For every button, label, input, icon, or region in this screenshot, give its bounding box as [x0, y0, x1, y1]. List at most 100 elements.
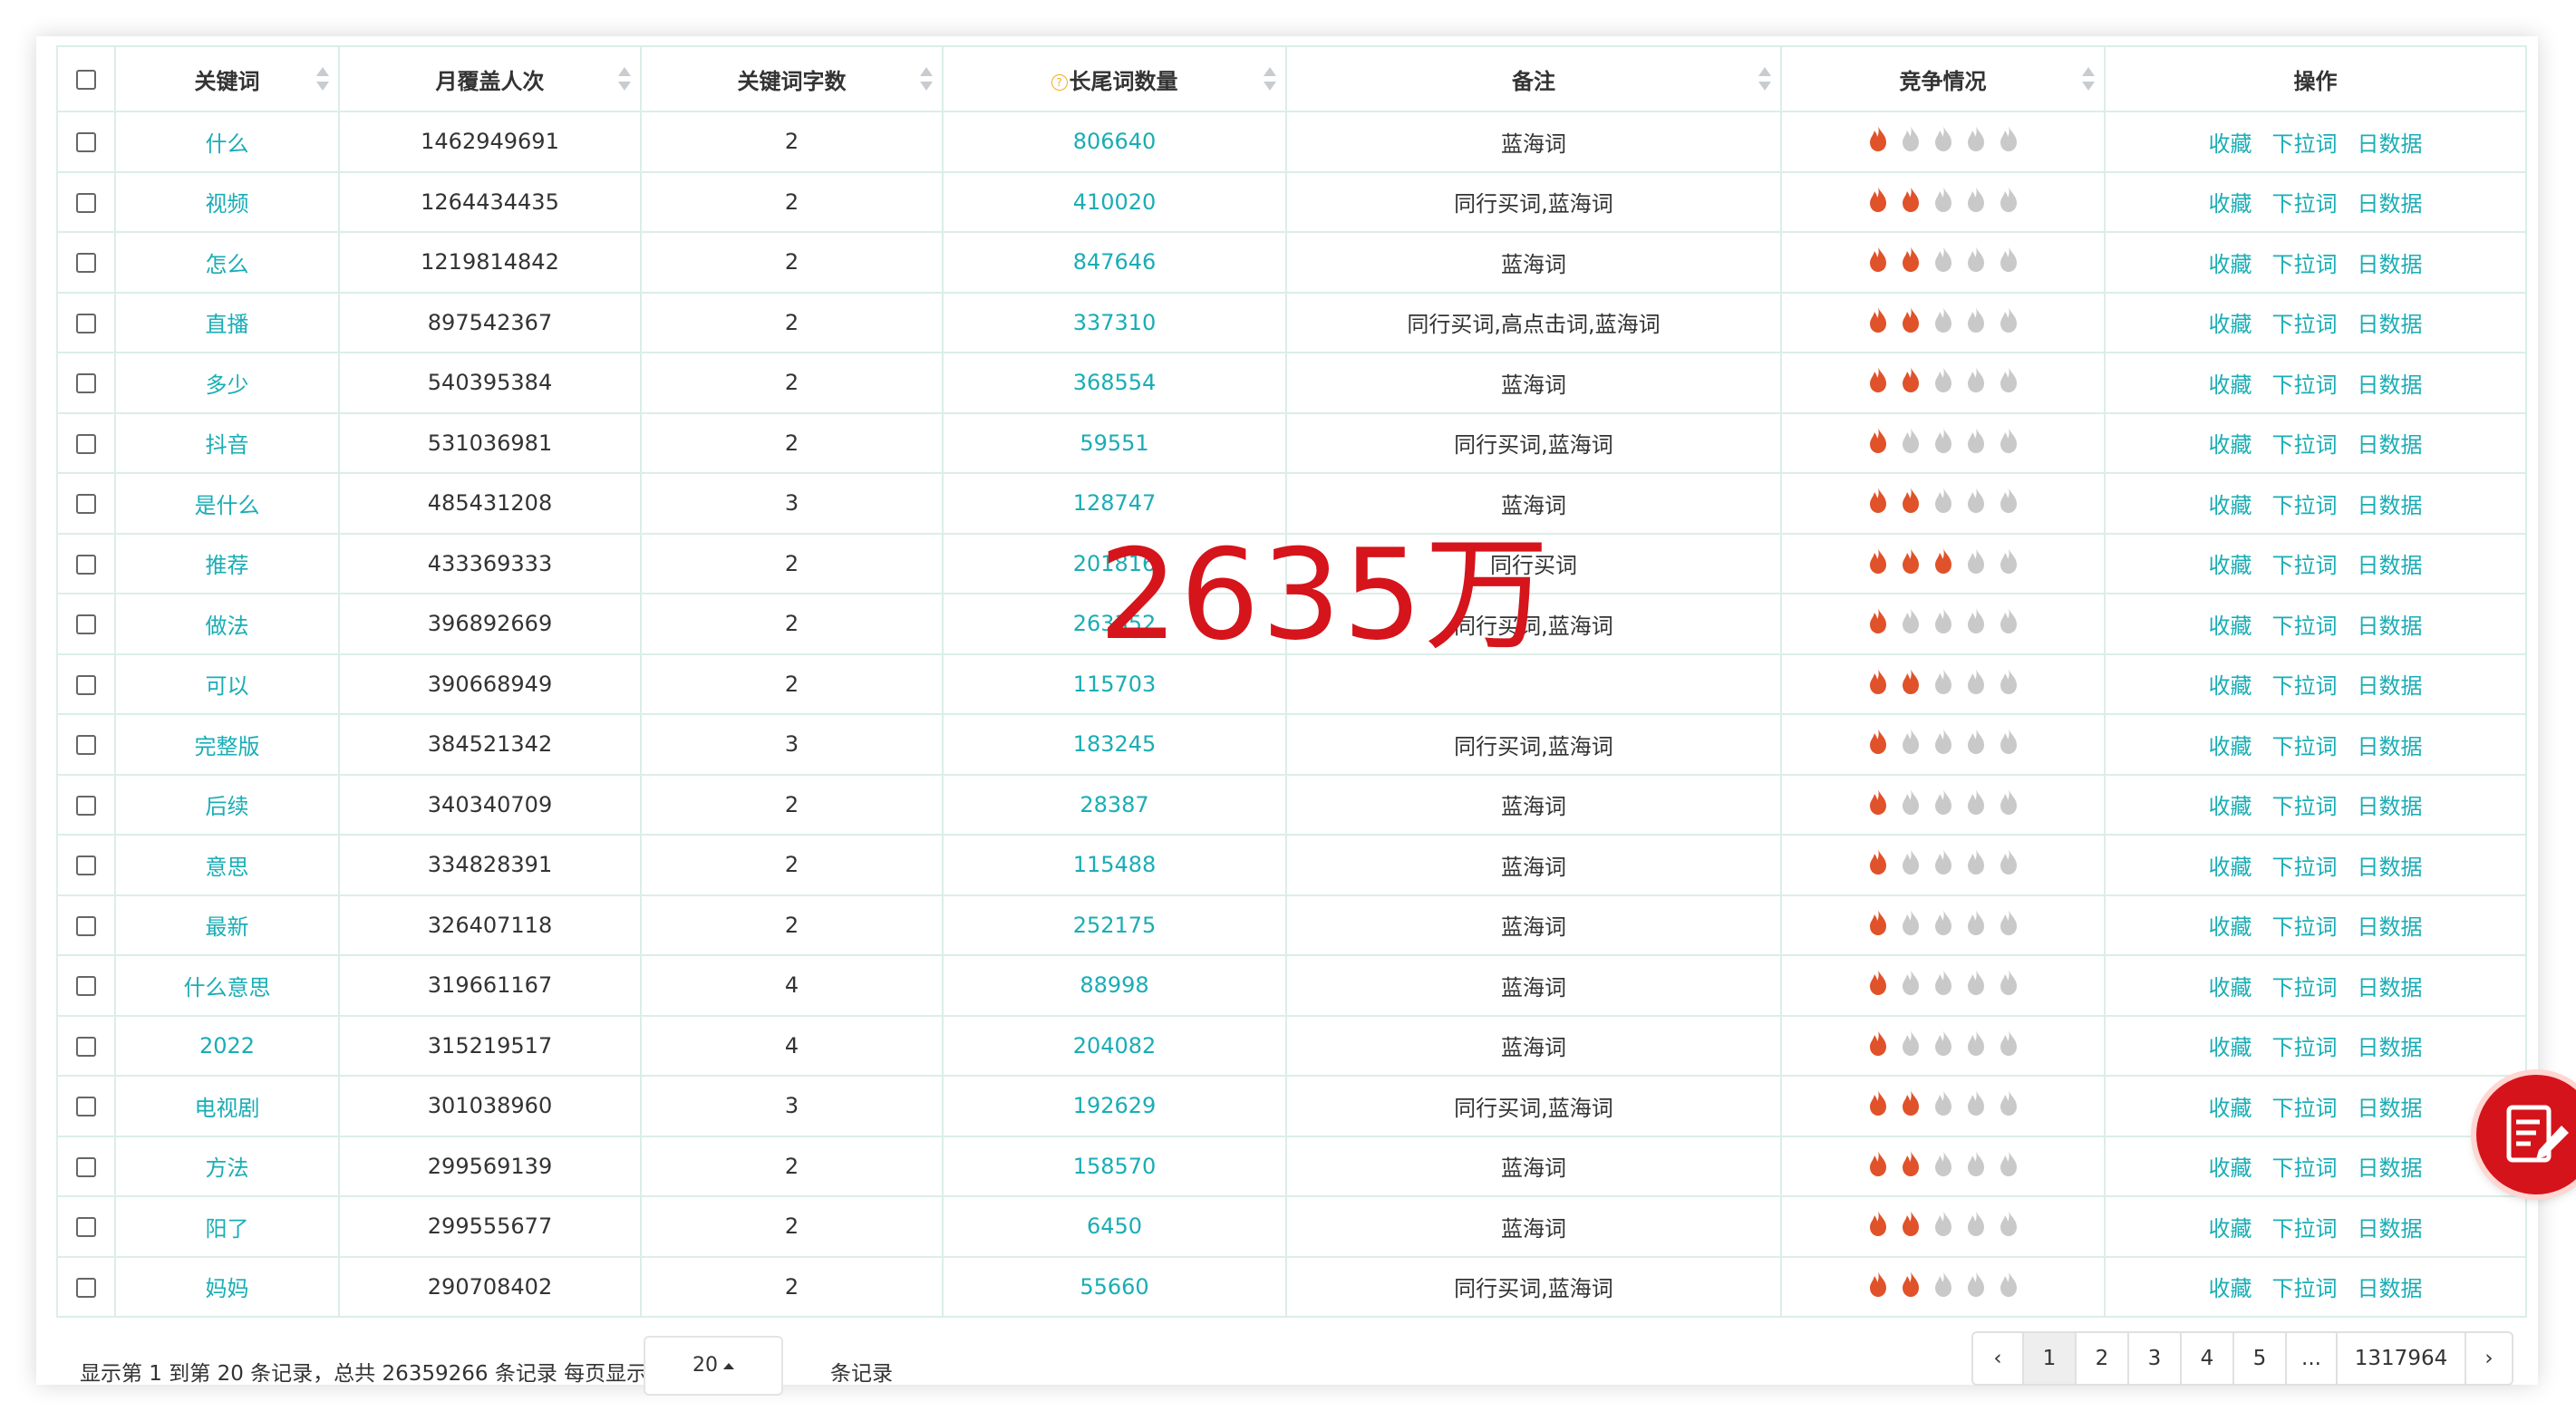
daily-data-link[interactable]: 日数据	[2358, 975, 2423, 1000]
daily-data-link[interactable]: 日数据	[2358, 131, 2423, 157]
dropdown-words-link[interactable]: 下拉词	[2272, 1155, 2338, 1181]
keyword-link[interactable]: 做法	[114, 593, 340, 655]
row-checkbox[interactable]	[76, 494, 96, 515]
keyword-link[interactable]: 电视剧	[114, 1075, 340, 1137]
keyword-link[interactable]: 阳了	[114, 1195, 340, 1258]
longtail-link[interactable]: 204082	[942, 1014, 1287, 1077]
favorite-link[interactable]: 收藏	[2209, 734, 2252, 759]
row-checkbox[interactable]	[76, 253, 96, 274]
favorite-link[interactable]: 收藏	[2209, 914, 2252, 940]
keyword-link[interactable]: 怎么	[114, 231, 340, 294]
daily-data-link[interactable]: 日数据	[2358, 312, 2423, 337]
favorite-link[interactable]: 收藏	[2209, 614, 2252, 639]
longtail-link[interactable]: 847646	[942, 231, 1287, 294]
keyword-link[interactable]: 是什么	[114, 472, 340, 535]
dropdown-words-link[interactable]: 下拉词	[2272, 312, 2338, 337]
row-checkbox[interactable]	[76, 313, 96, 334]
row-checkbox[interactable]	[76, 1217, 96, 1238]
dropdown-words-link[interactable]: 下拉词	[2272, 614, 2338, 639]
longtail-link[interactable]: 806640	[942, 111, 1287, 173]
page-5-button[interactable]: 5	[2232, 1333, 2285, 1384]
column-header-chars[interactable]: 关键词字数	[640, 45, 944, 112]
daily-data-link[interactable]: 日数据	[2358, 1035, 2423, 1060]
favorite-link[interactable]: 收藏	[2209, 855, 2252, 880]
row-checkbox[interactable]	[76, 1277, 96, 1298]
last-page-button[interactable]: 1317964	[2336, 1333, 2465, 1384]
row-checkbox[interactable]	[76, 674, 96, 695]
favorite-link[interactable]: 收藏	[2209, 372, 2252, 398]
longtail-link[interactable]: 337310	[942, 291, 1287, 353]
daily-data-link[interactable]: 日数据	[2358, 493, 2423, 518]
sort-icon[interactable]	[316, 66, 329, 92]
dropdown-words-link[interactable]: 下拉词	[2272, 191, 2338, 217]
favorite-link[interactable]: 收藏	[2209, 975, 2252, 1000]
sort-icon[interactable]	[920, 66, 933, 92]
favorite-link[interactable]: 收藏	[2209, 312, 2252, 337]
dropdown-words-link[interactable]: 下拉词	[2272, 1276, 2338, 1301]
daily-data-link[interactable]: 日数据	[2358, 553, 2423, 578]
dropdown-words-link[interactable]: 下拉词	[2272, 553, 2338, 578]
daily-data-link[interactable]: 日数据	[2358, 1216, 2423, 1242]
favorite-link[interactable]: 收藏	[2209, 1155, 2252, 1181]
dropdown-words-link[interactable]: 下拉词	[2272, 1096, 2338, 1121]
longtail-link[interactable]: 59551	[942, 411, 1287, 474]
daily-data-link[interactable]: 日数据	[2358, 372, 2423, 398]
favorite-link[interactable]: 收藏	[2209, 794, 2252, 819]
keyword-link[interactable]: 方法	[114, 1135, 340, 1197]
keyword-link[interactable]: 推荐	[114, 532, 340, 594]
row-checkbox[interactable]	[76, 976, 96, 997]
row-checkbox[interactable]	[76, 735, 96, 756]
dropdown-words-link[interactable]: 下拉词	[2272, 1035, 2338, 1060]
dropdown-words-link[interactable]: 下拉词	[2272, 1216, 2338, 1242]
row-checkbox[interactable]	[76, 614, 96, 635]
longtail-link[interactable]: 252175	[942, 894, 1287, 956]
keyword-link[interactable]: 什么意思	[114, 954, 340, 1017]
page-3-button[interactable]: 3	[2127, 1333, 2180, 1384]
row-checkbox[interactable]	[76, 433, 96, 454]
dropdown-words-link[interactable]: 下拉词	[2272, 855, 2338, 880]
daily-data-link[interactable]: 日数据	[2358, 614, 2423, 639]
row-checkbox[interactable]	[76, 192, 96, 213]
favorite-link[interactable]: 收藏	[2209, 1035, 2252, 1060]
dropdown-words-link[interactable]: 下拉词	[2272, 252, 2338, 277]
dropdown-words-link[interactable]: 下拉词	[2272, 131, 2338, 157]
favorite-link[interactable]: 收藏	[2209, 553, 2252, 578]
sort-icon[interactable]	[2082, 66, 2095, 92]
dropdown-words-link[interactable]: 下拉词	[2272, 673, 2338, 699]
dropdown-words-link[interactable]: 下拉词	[2272, 432, 2338, 458]
column-header-keyword[interactable]: 关键词	[114, 45, 340, 112]
dropdown-words-link[interactable]: 下拉词	[2272, 493, 2338, 518]
daily-data-link[interactable]: 日数据	[2358, 734, 2423, 759]
keyword-link[interactable]: 视频	[114, 170, 340, 233]
column-header-note[interactable]: 备注	[1285, 45, 1782, 112]
daily-data-link[interactable]: 日数据	[2358, 855, 2423, 880]
sort-icon[interactable]	[618, 66, 631, 92]
keyword-link[interactable]: 意思	[114, 834, 340, 896]
dropdown-words-link[interactable]: 下拉词	[2272, 914, 2338, 940]
page-4-button[interactable]: 4	[2180, 1333, 2232, 1384]
keyword-link[interactable]: 可以	[114, 652, 340, 715]
keyword-link[interactable]: 完整版	[114, 713, 340, 776]
row-checkbox[interactable]	[76, 1156, 96, 1177]
dropdown-words-link[interactable]: 下拉词	[2272, 794, 2338, 819]
longtail-link[interactable]: 368554	[942, 352, 1287, 414]
favorite-link[interactable]: 收藏	[2209, 673, 2252, 699]
favorite-link[interactable]: 收藏	[2209, 191, 2252, 217]
longtail-link[interactable]: 6450	[942, 1195, 1287, 1258]
favorite-link[interactable]: 收藏	[2209, 131, 2252, 157]
page-2-button[interactable]: 2	[2075, 1333, 2127, 1384]
daily-data-link[interactable]: 日数据	[2358, 673, 2423, 699]
select-all-checkbox[interactable]	[76, 70, 96, 90]
daily-data-link[interactable]: 日数据	[2358, 432, 2423, 458]
daily-data-link[interactable]: 日数据	[2358, 914, 2423, 940]
keyword-link[interactable]: 多少	[114, 352, 340, 414]
longtail-link[interactable]: 410020	[942, 170, 1287, 233]
row-checkbox[interactable]	[76, 554, 96, 575]
dropdown-words-link[interactable]: 下拉词	[2272, 734, 2338, 759]
daily-data-link[interactable]: 日数据	[2358, 794, 2423, 819]
daily-data-link[interactable]: 日数据	[2358, 1155, 2423, 1181]
column-header-competition[interactable]: 竞争情况	[1780, 45, 2106, 112]
prev-page-button[interactable]: ‹	[1973, 1333, 2022, 1384]
longtail-link[interactable]: 158570	[942, 1135, 1287, 1197]
row-checkbox[interactable]	[76, 795, 96, 816]
